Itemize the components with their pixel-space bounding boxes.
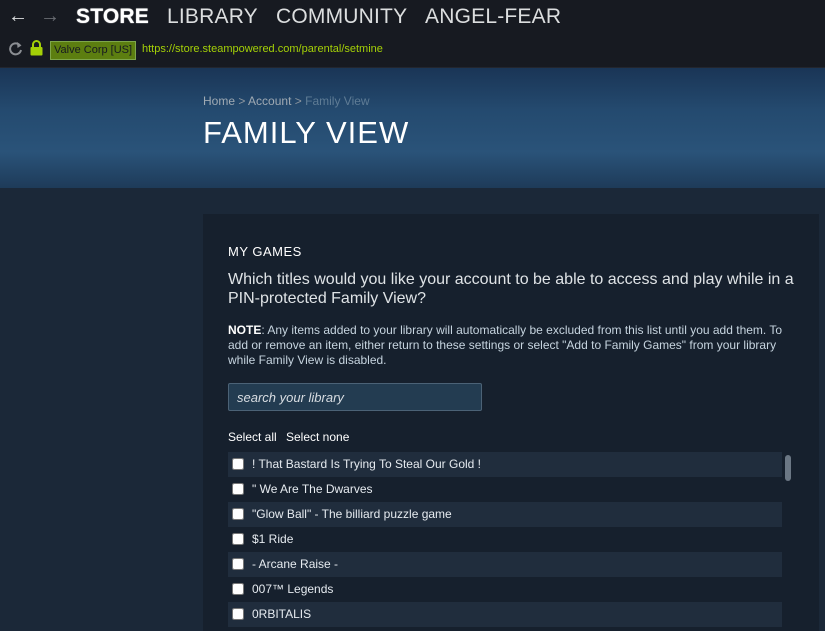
game-checkbox[interactable] [232,558,244,570]
breadcrumb-home[interactable]: Home [203,94,235,108]
game-checkbox[interactable] [232,608,244,620]
games-list: ! That Bastard Is Trying To Steal Our Go… [228,452,782,631]
page-header-banner [0,68,825,188]
reload-icon[interactable] [8,41,23,56]
game-title: 0RBITALIS [252,607,312,621]
game-title: - Arcane Raise - [252,557,339,571]
game-checkbox[interactable] [232,583,244,595]
breadcrumb-separator: > [294,94,302,108]
game-title: $1 Ride [252,532,294,546]
note-text: NOTE: Any items added to your library wi… [228,323,788,368]
nav-profile[interactable]: ANGEL-FEAR [425,5,561,29]
section-title: MY GAMES [228,244,302,259]
select-none-link[interactable]: Select none [286,430,349,445]
nav-library[interactable]: LIBRARY [167,5,258,29]
game-list-row[interactable]: - Arcane Raise - [228,552,782,577]
game-list-row[interactable]: 0RBITALIS [228,602,782,627]
game-list-row[interactable]: 007™ Legends [228,577,782,602]
game-list-row[interactable]: ! That Bastard Is Trying To Steal Our Go… [228,452,782,477]
game-title: "Glow Ball" - The billiard puzzle game [252,507,452,521]
question-text: Which titles would you like your account… [228,271,794,307]
breadcrumb-separator: > [238,94,246,108]
forward-arrow-icon[interactable]: → [40,6,60,26]
back-arrow-icon[interactable]: ← [8,6,28,26]
url-text[interactable]: https://store.steampowered.com/parental/… [142,42,383,57]
note-label: NOTE [228,323,262,337]
search-library-input[interactable] [228,383,482,411]
nav-community[interactable]: COMMUNITY [276,5,407,29]
lock-icon [30,40,43,56]
scrollbar-thumb[interactable] [785,455,791,481]
game-list-row[interactable]: 10 Second Ninja X [228,627,782,631]
game-checkbox[interactable] [232,458,244,470]
nav-store[interactable]: STORE [76,5,149,29]
game-title: 007™ Legends [252,582,334,596]
game-checkbox[interactable] [232,508,244,520]
game-list-row[interactable]: "Glow Ball" - The billiard puzzle game [228,502,782,527]
game-checkbox[interactable] [232,533,244,545]
game-list-row[interactable]: " We Are The Dwarves [228,477,782,502]
top-nav-bar: ← → STORE LIBRARY COMMUNITY ANGEL-FEAR [0,0,825,36]
breadcrumb-current: Family View [305,94,370,108]
game-title: " We Are The Dwarves [252,482,373,496]
game-checkbox[interactable] [232,483,244,495]
note-body: : Any items added to your library will a… [228,323,783,367]
breadcrumb: Home > Account > Family View [203,93,370,109]
game-title: ! That Bastard Is Trying To Steal Our Go… [252,457,481,471]
select-all-link[interactable]: Select all [228,430,277,445]
breadcrumb-account[interactable]: Account [248,94,291,108]
game-list-row[interactable]: $1 Ride [228,527,782,552]
certificate-badge[interactable]: Valve Corp [US] [50,41,137,60]
page-title: FAMILY VIEW [203,115,410,150]
